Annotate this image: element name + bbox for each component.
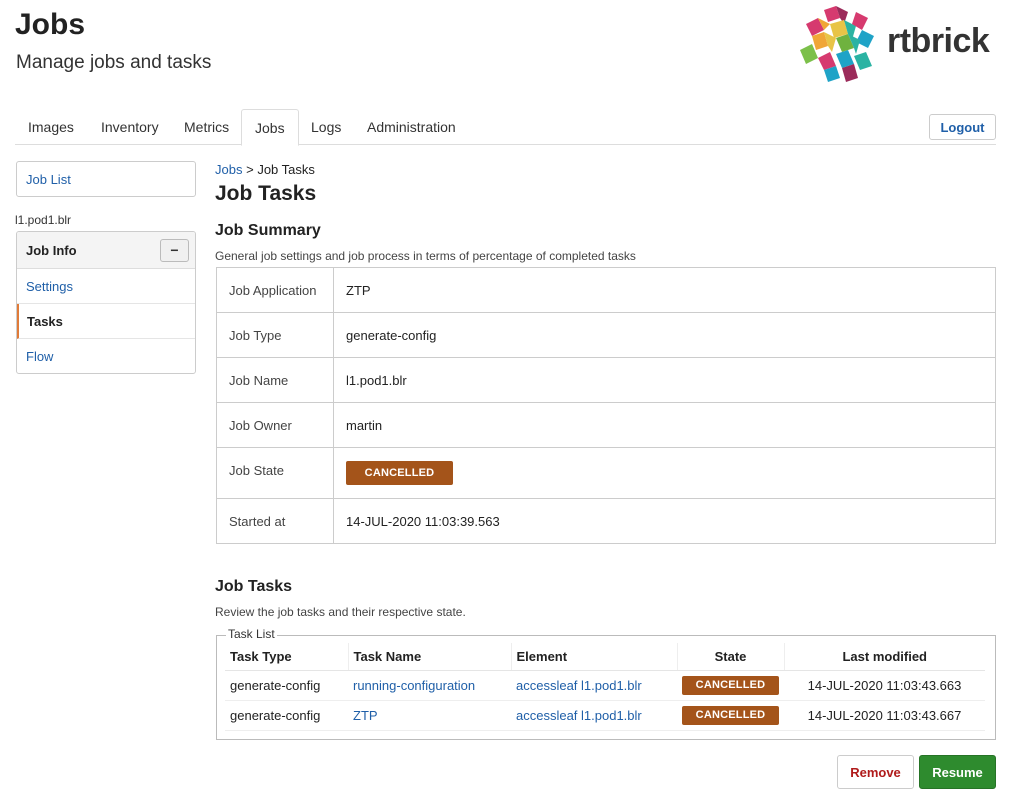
tab-metrics[interactable]: Metrics bbox=[171, 109, 242, 145]
collapse-button[interactable]: − bbox=[160, 239, 189, 262]
tab-jobs[interactable]: Jobs bbox=[241, 109, 299, 146]
summary-title: Job Summary bbox=[215, 222, 321, 239]
page-title: Jobs bbox=[15, 8, 86, 41]
summary-value: 14-JUL-2020 11:03:39.563 bbox=[333, 498, 996, 544]
sidebar-item-flow[interactable]: Flow bbox=[17, 339, 195, 373]
job-list-box: Job List bbox=[16, 161, 196, 197]
task-type-cell: generate-config bbox=[225, 670, 348, 701]
job-info-header: Job Info − bbox=[17, 232, 195, 269]
column-header-task-type: Task Type bbox=[225, 643, 348, 671]
sidebar-item-label: Tasks bbox=[27, 314, 63, 329]
task-list-table: Task Type Task Name Element State Last m… bbox=[225, 643, 985, 731]
breadcrumb-separator: > bbox=[246, 162, 254, 177]
breadcrumb-current: Job Tasks bbox=[257, 162, 315, 177]
logo-cubes-icon bbox=[800, 6, 874, 82]
summary-label: Started at bbox=[216, 498, 334, 544]
sidebar-item-label[interactable]: Flow bbox=[26, 349, 53, 364]
column-header-element: Element bbox=[510, 643, 677, 671]
brand-name: rtbrick bbox=[887, 22, 990, 60]
table-header-row: Task Type Task Name Element State Last m… bbox=[225, 643, 985, 671]
summary-value-cell: CANCELLED bbox=[333, 447, 996, 499]
table-row: generate-config running-configuration ac… bbox=[225, 670, 985, 701]
job-list-link[interactable]: Job List bbox=[26, 172, 71, 187]
summary-value: ZTP bbox=[333, 267, 996, 313]
sidebar-job-name: l1.pod1.blr bbox=[15, 213, 72, 227]
status-badge: CANCELLED bbox=[682, 705, 779, 725]
last-modified-cell: 14-JUL-2020 11:03:43.667 bbox=[784, 700, 985, 731]
element-link[interactable]: accessleaf l1.pod1.blr bbox=[516, 708, 642, 723]
main-tabs: Images Inventory Metrics Jobs Logs Admin… bbox=[15, 109, 996, 146]
element-cell: accessleaf l1.pod1.blr bbox=[511, 700, 677, 731]
breadcrumb: Jobs > Job Tasks bbox=[215, 162, 315, 177]
summary-row-application: Job Application ZTP bbox=[216, 267, 996, 313]
summary-label: Job Application bbox=[216, 267, 334, 313]
resume-button[interactable]: Resume bbox=[919, 755, 996, 789]
task-name-cell: running-configuration bbox=[348, 670, 511, 701]
state-cell: CANCELLED bbox=[677, 700, 784, 731]
task-name-link[interactable]: running-configuration bbox=[353, 678, 475, 693]
state-cell: CANCELLED bbox=[677, 670, 784, 701]
tab-administration[interactable]: Administration bbox=[354, 109, 469, 145]
summary-row-owner: Job Owner martin bbox=[216, 402, 996, 448]
summary-value: l1.pod1.blr bbox=[333, 357, 996, 403]
task-list-legend: Task List bbox=[226, 627, 277, 641]
task-type-cell: generate-config bbox=[225, 700, 348, 731]
summary-label: Job Owner bbox=[216, 402, 334, 448]
logout-button[interactable]: Logout bbox=[929, 114, 996, 140]
summary-row-type: Job Type generate-config bbox=[216, 312, 996, 358]
sidebar-item-label[interactable]: Settings bbox=[26, 279, 73, 294]
summary-label: Job Type bbox=[216, 312, 334, 358]
tab-logs[interactable]: Logs bbox=[298, 109, 354, 145]
element-link[interactable]: accessleaf l1.pod1.blr bbox=[516, 678, 642, 693]
tasks-description: Review the job tasks and their respectiv… bbox=[215, 605, 466, 619]
summary-value: martin bbox=[333, 402, 996, 448]
task-name-cell: ZTP bbox=[348, 700, 511, 731]
element-cell: accessleaf l1.pod1.blr bbox=[511, 670, 677, 701]
summary-row-state: Job State CANCELLED bbox=[216, 447, 996, 499]
job-info-panel: Job Info − Settings Tasks Flow bbox=[16, 231, 196, 374]
task-name-link[interactable]: ZTP bbox=[353, 708, 378, 723]
summary-label: Job State bbox=[216, 447, 334, 499]
column-header-task-name: Task Name bbox=[347, 643, 511, 671]
page-subtitle: Manage jobs and tasks bbox=[16, 52, 212, 73]
breadcrumb-jobs-link[interactable]: Jobs bbox=[215, 162, 242, 177]
status-badge: CANCELLED bbox=[346, 461, 453, 485]
sidebar-item-settings[interactable]: Settings bbox=[17, 269, 195, 304]
tasks-title: Job Tasks bbox=[215, 578, 293, 595]
tab-images[interactable]: Images bbox=[15, 109, 87, 145]
summary-label: Job Name bbox=[216, 357, 334, 403]
sidebar-item-tasks[interactable]: Tasks bbox=[17, 304, 195, 339]
job-summary-table: Job Application ZTP Job Type generate-co… bbox=[216, 267, 996, 544]
summary-row-started: Started at 14-JUL-2020 11:03:39.563 bbox=[216, 498, 996, 544]
last-modified-cell: 14-JUL-2020 11:03:43.663 bbox=[784, 670, 985, 701]
job-info-title: Job Info bbox=[26, 243, 77, 258]
summary-description: General job settings and job process in … bbox=[215, 249, 636, 263]
summary-row-name: Job Name l1.pod1.blr bbox=[216, 357, 996, 403]
summary-value: generate-config bbox=[333, 312, 996, 358]
remove-button[interactable]: Remove bbox=[837, 755, 914, 789]
tab-inventory[interactable]: Inventory bbox=[88, 109, 172, 145]
main-title: Job Tasks bbox=[215, 182, 317, 205]
column-header-last-modified: Last modified bbox=[783, 643, 985, 671]
table-row: generate-config ZTP accessleaf l1.pod1.b… bbox=[225, 700, 985, 731]
column-header-state: State bbox=[676, 643, 784, 671]
status-badge: CANCELLED bbox=[682, 675, 779, 695]
